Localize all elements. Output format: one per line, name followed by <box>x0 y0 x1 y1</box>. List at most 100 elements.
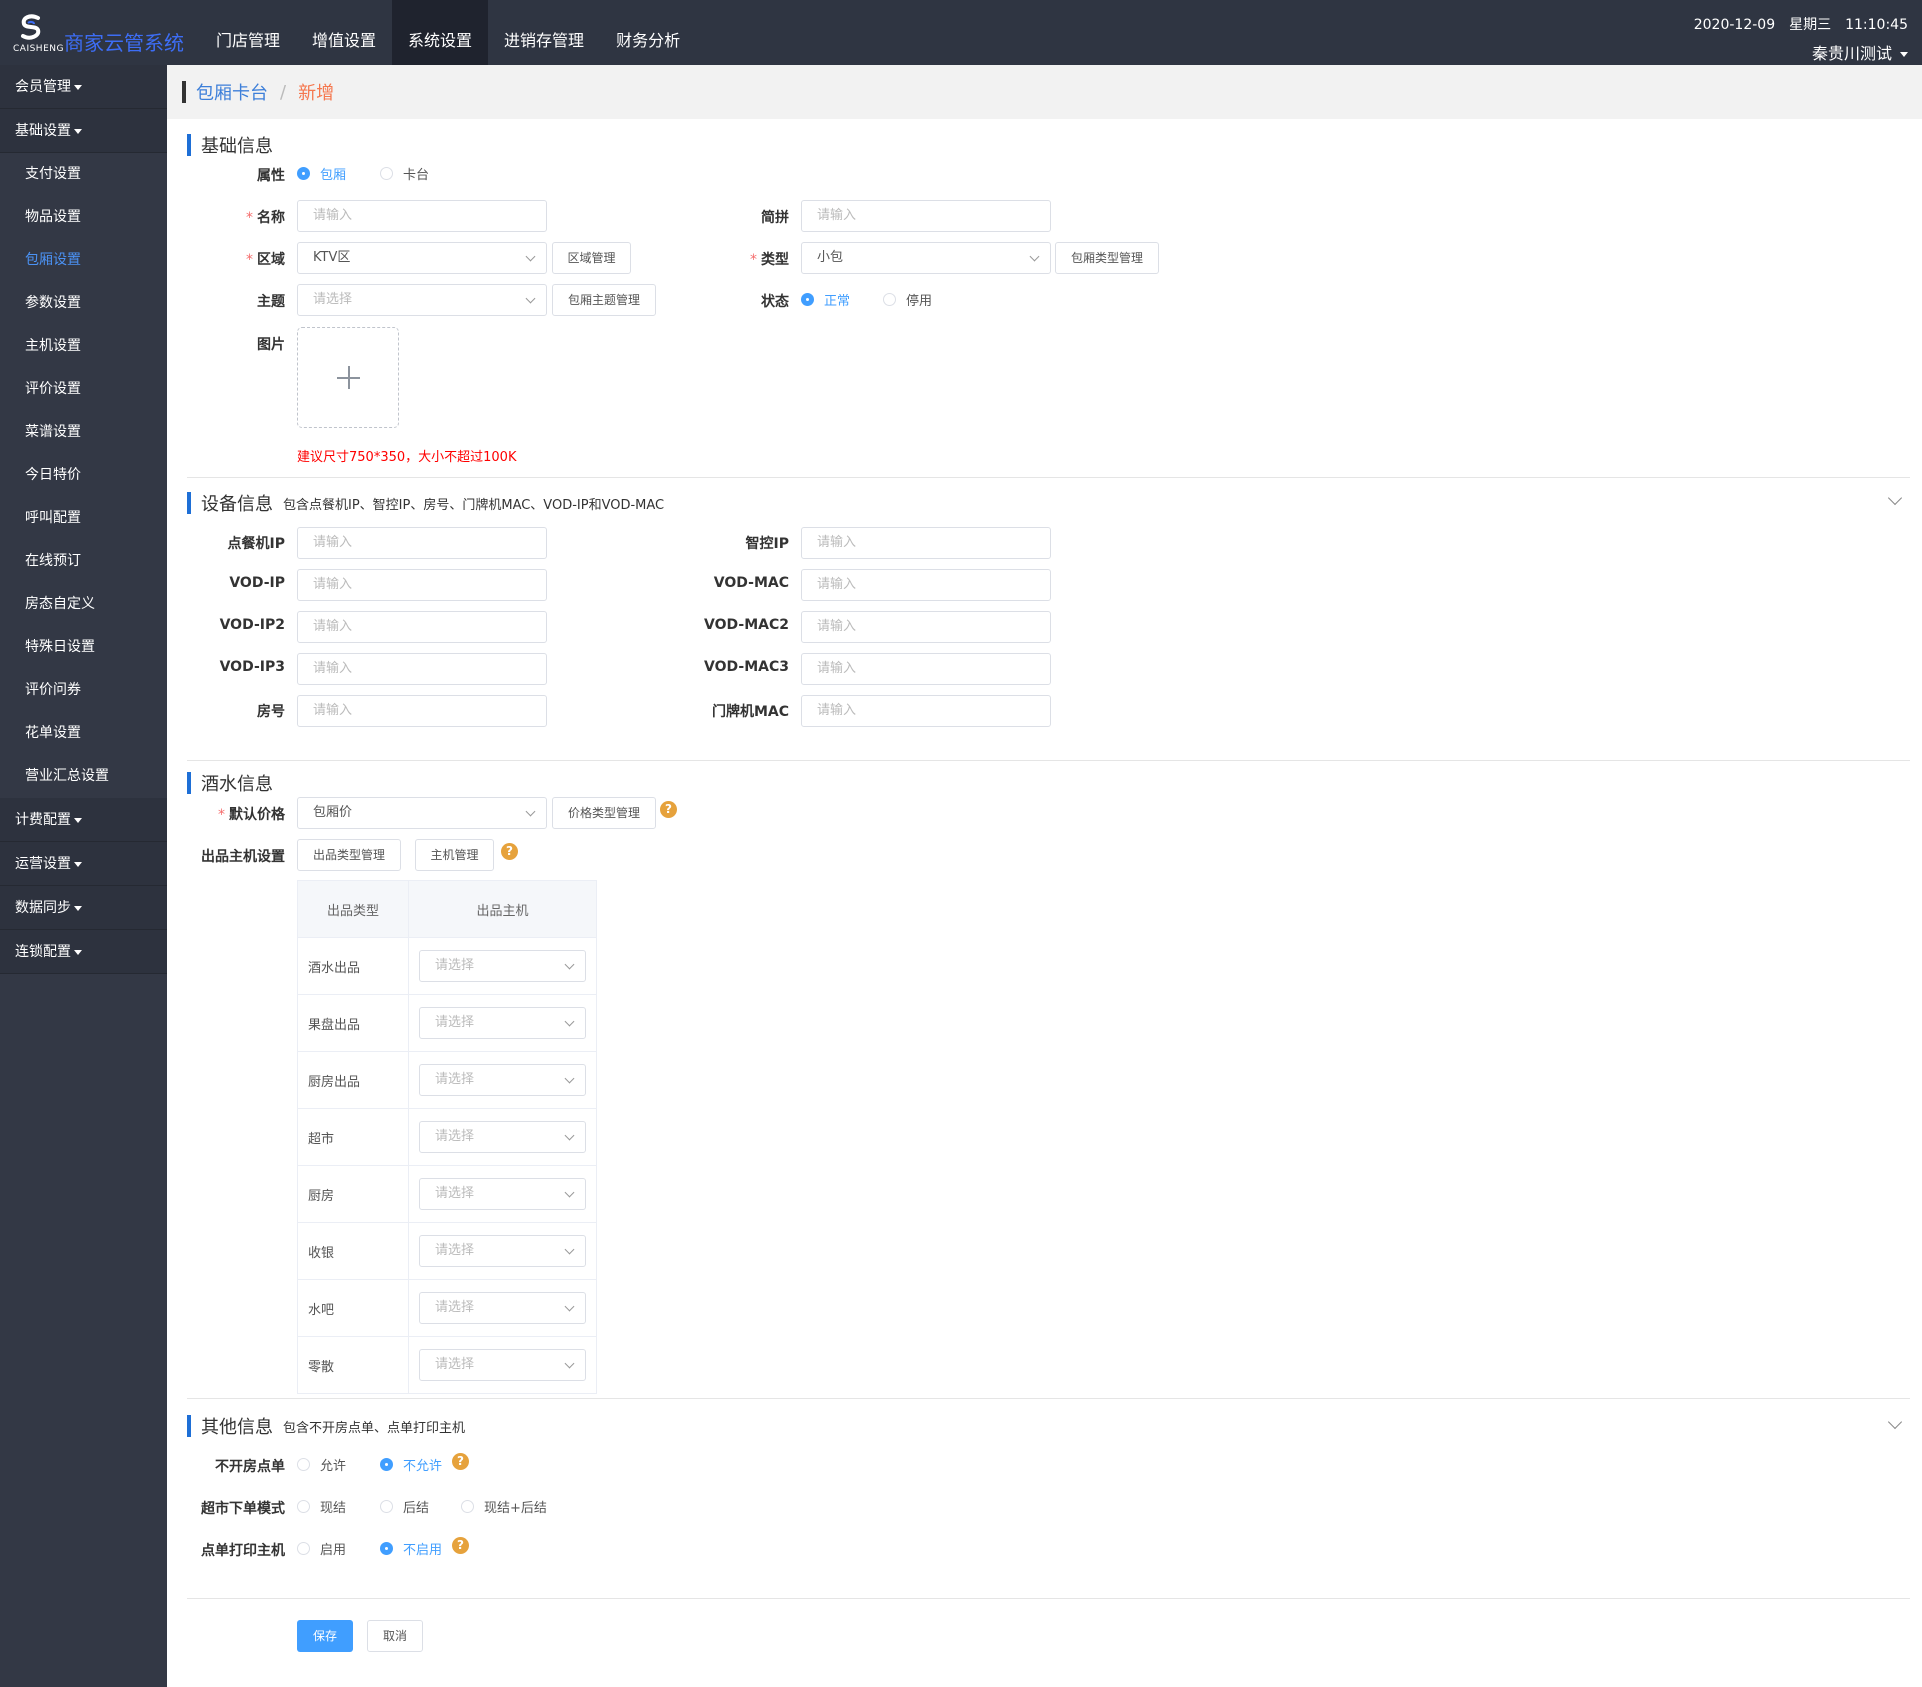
vod-ip-input[interactable]: 请输入 <box>297 569 547 601</box>
theme-select[interactable]: 请选择 <box>297 284 547 316</box>
vod-ip2-input[interactable]: 请输入 <box>297 611 547 643</box>
sidebar-item-room[interactable]: 包厢设置 <box>0 239 167 282</box>
sidebar-item-room-status[interactable]: 房态自定义 <box>0 583 167 626</box>
status-radio-disabled[interactable]: 停用 <box>883 290 932 309</box>
collapse-chevron-icon[interactable] <box>1887 1414 1903 1430</box>
sidebar-item-params[interactable]: 参数设置 <box>0 282 167 325</box>
sidebar-item-review[interactable]: 评价设置 <box>0 368 167 411</box>
sidebar-group-chain[interactable]: 连锁配置 <box>0 930 167 974</box>
market-mode-both-radio[interactable]: 现结+后结 <box>461 1497 547 1516</box>
column-header-output-host: 出品主机 <box>408 880 597 938</box>
chevron-down-icon <box>1029 251 1040 262</box>
sidebar: 会员管理 基础设置 支付设置 物品设置 包厢设置 参数设置 主机设置 评价设置 … <box>0 65 167 1687</box>
vod-mac3-input[interactable]: 请输入 <box>801 653 1051 685</box>
sidebar-item-special-day[interactable]: 特殊日设置 <box>0 626 167 669</box>
device-label-vod-mac2: VOD-MAC2 <box>704 617 789 633</box>
price-type-management-button[interactable]: 价格类型管理 <box>552 797 656 829</box>
radio-dot <box>380 167 393 180</box>
save-button[interactable]: 保存 <box>297 1620 353 1652</box>
sidebar-group-basic[interactable]: 基础设置 <box>0 109 167 153</box>
help-icon[interactable]: ? <box>501 843 518 860</box>
sidebar-item-menu[interactable]: 菜谱设置 <box>0 411 167 454</box>
user-menu[interactable]: 秦贵川测试 <box>1680 40 1908 64</box>
device-label-vod-ip3: VOD-IP3 <box>219 659 285 675</box>
default-price-select[interactable]: 包厢价 <box>297 797 547 829</box>
area-management-button[interactable]: 区域管理 <box>552 242 631 274</box>
sidebar-item-call-config[interactable]: 呼叫配置 <box>0 497 167 540</box>
attr-radio-room[interactable]: 包厢 <box>297 164 346 183</box>
smart-ip-input[interactable]: 请输入 <box>801 527 1051 559</box>
breadcrumb-parent[interactable]: 包厢卡台 <box>196 79 268 105</box>
host-management-button[interactable]: 主机管理 <box>415 839 494 871</box>
type-select[interactable]: 小包 <box>801 242 1051 274</box>
select-placeholder: 请选择 <box>435 1186 475 1201</box>
sidebar-group-billing[interactable]: 计费配置 <box>0 798 167 842</box>
status-radio-normal[interactable]: 正常 <box>801 290 850 309</box>
sidebar-item-goods[interactable]: 物品设置 <box>0 196 167 239</box>
section-bar <box>187 1415 191 1437</box>
attr-label: 属性 <box>257 168 285 184</box>
pinyin-input[interactable]: 请输入 <box>801 200 1051 232</box>
nav-value-added-settings[interactable]: 增值设置 <box>296 0 392 65</box>
market-mode-instant-radio[interactable]: 现结 <box>297 1497 346 1516</box>
user-name: 秦贵川测试 <box>1811 44 1892 63</box>
print-host-enable-radio[interactable]: 启用 <box>297 1539 346 1558</box>
select-placeholder: 请选择 <box>435 958 475 973</box>
section-title-text: 设备信息 <box>201 494 273 515</box>
cancel-button[interactable]: 取消 <box>367 1620 423 1652</box>
host-select[interactable]: 请选择 <box>419 1235 586 1267</box>
host-select[interactable]: 请选择 <box>419 1292 586 1324</box>
sidebar-item-host[interactable]: 主机设置 <box>0 325 167 368</box>
host-select[interactable]: 请选择 <box>419 950 586 982</box>
help-icon[interactable]: ? <box>452 1453 469 1470</box>
sidebar-item-business-summary[interactable]: 营业汇总设置 <box>0 755 167 798</box>
room-no-input[interactable]: 请输入 <box>297 695 547 727</box>
help-icon[interactable]: ? <box>452 1537 469 1554</box>
sidebar-item-special-price[interactable]: 今日特价 <box>0 454 167 497</box>
door-mac-input[interactable]: 请输入 <box>801 695 1051 727</box>
collapse-chevron-icon[interactable] <box>1887 490 1903 506</box>
output-type-cell: 厨房 <box>297 1165 409 1223</box>
name-input[interactable]: 请输入 <box>297 200 547 232</box>
host-select[interactable]: 请选择 <box>419 1007 586 1039</box>
vod-mac2-input[interactable]: 请输入 <box>801 611 1051 643</box>
select-placeholder: 请选择 <box>435 1243 475 1258</box>
sidebar-group-operations[interactable]: 运营设置 <box>0 842 167 886</box>
nav-financial-analysis[interactable]: 财务分析 <box>600 0 696 65</box>
sidebar-item-payment[interactable]: 支付设置 <box>0 153 167 196</box>
host-select[interactable]: 请选择 <box>419 1121 586 1153</box>
attr-radio-table[interactable]: 卡台 <box>380 164 429 183</box>
default-price-label: * 默认价格 <box>175 804 285 824</box>
host-cell: 请选择 <box>408 937 597 995</box>
area-select[interactable]: KTV区 <box>297 242 547 274</box>
host-select[interactable]: 请选择 <box>419 1178 586 1210</box>
top-bar: CAISHENG 商家云管系统 门店管理 增值设置 系统设置 进销存管理 财务分… <box>0 0 1922 65</box>
market-mode-later-radio[interactable]: 后结 <box>380 1497 429 1516</box>
no-room-order-deny-radio[interactable]: 不允许 <box>380 1455 442 1474</box>
host-select[interactable]: 请选择 <box>419 1064 586 1096</box>
print-host-disable-radio[interactable]: 不启用 <box>380 1539 442 1558</box>
room-type-management-button[interactable]: 包厢类型管理 <box>1055 242 1159 274</box>
sidebar-item-questionnaire[interactable]: 评价问券 <box>0 669 167 712</box>
no-room-order-allow-radio[interactable]: 允许 <box>297 1455 346 1474</box>
nav-store-management[interactable]: 门店管理 <box>200 0 296 65</box>
sidebar-item-online-booking[interactable]: 在线预订 <box>0 540 167 583</box>
sidebar-item-flower[interactable]: 花单设置 <box>0 712 167 755</box>
help-icon[interactable]: ? <box>660 801 677 818</box>
sidebar-group-member[interactable]: 会员管理 <box>0 65 167 109</box>
sidebar-group-sync[interactable]: 数据同步 <box>0 886 167 930</box>
nav-system-settings[interactable]: 系统设置 <box>392 0 489 65</box>
breadcrumb-separator: / <box>280 81 287 103</box>
output-type-management-button[interactable]: 出品类型管理 <box>297 839 401 871</box>
vod-ip3-input[interactable]: 请输入 <box>297 653 547 685</box>
section-bar <box>187 492 191 514</box>
section-subtitle: 包含点餐机IP、智控IP、房号、门牌机MAC、VOD-IP和VOD-MAC <box>283 497 665 513</box>
order-ip-input[interactable]: 请输入 <box>297 527 547 559</box>
host-select[interactable]: 请选择 <box>419 1349 586 1381</box>
vod-mac-input[interactable]: 请输入 <box>801 569 1051 601</box>
chevron-down-icon <box>564 1130 575 1141</box>
section-basic-title: 基础信息 <box>187 132 273 158</box>
image-upload[interactable] <box>297 327 399 428</box>
room-theme-management-button[interactable]: 包厢主题管理 <box>552 284 656 316</box>
nav-inventory-management[interactable]: 进销存管理 <box>488 0 600 65</box>
